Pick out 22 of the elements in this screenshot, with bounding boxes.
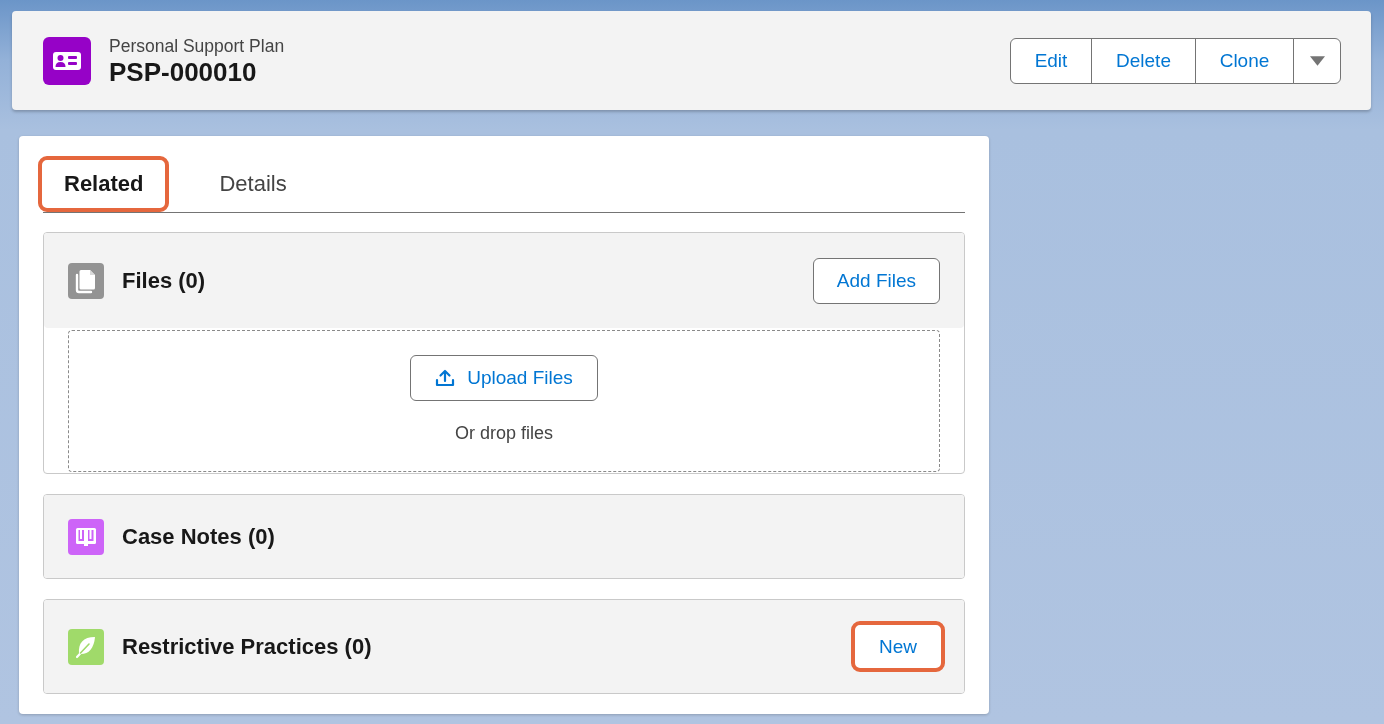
upload-icon — [435, 368, 456, 388]
leaf-icon — [68, 628, 104, 665]
upload-files-button[interactable]: Upload Files — [410, 355, 598, 401]
tab[interactable]: Related — [38, 156, 170, 212]
related-list-title: Case Notes (0) — [122, 523, 276, 550]
documents-icon — [68, 262, 104, 299]
file-drop-zone[interactable]: Upload Files Or drop files — [68, 330, 940, 472]
more-actions-button[interactable] — [1293, 37, 1341, 84]
delete-button[interactable]: Delete — [1091, 37, 1196, 84]
edit-button[interactable]: Edit — [1010, 37, 1092, 84]
add-files-button[interactable]: Add Files — [812, 257, 940, 304]
clone-button[interactable]: Clone — [1195, 37, 1294, 84]
object-type-label: Personal Support Plan — [109, 34, 286, 57]
related-list-title: Files (0) — [122, 267, 207, 294]
record-title: PSP-000010 — [109, 56, 258, 87]
caret-down-icon — [1309, 55, 1325, 66]
tab[interactable]: Details — [193, 156, 313, 212]
new-button[interactable]: New — [851, 621, 945, 672]
contact-card-icon — [43, 36, 91, 85]
drop-hint: Or drop files — [454, 423, 553, 444]
book-icon — [68, 518, 104, 555]
related-list-title: Restrictive Practices (0) — [122, 633, 373, 660]
